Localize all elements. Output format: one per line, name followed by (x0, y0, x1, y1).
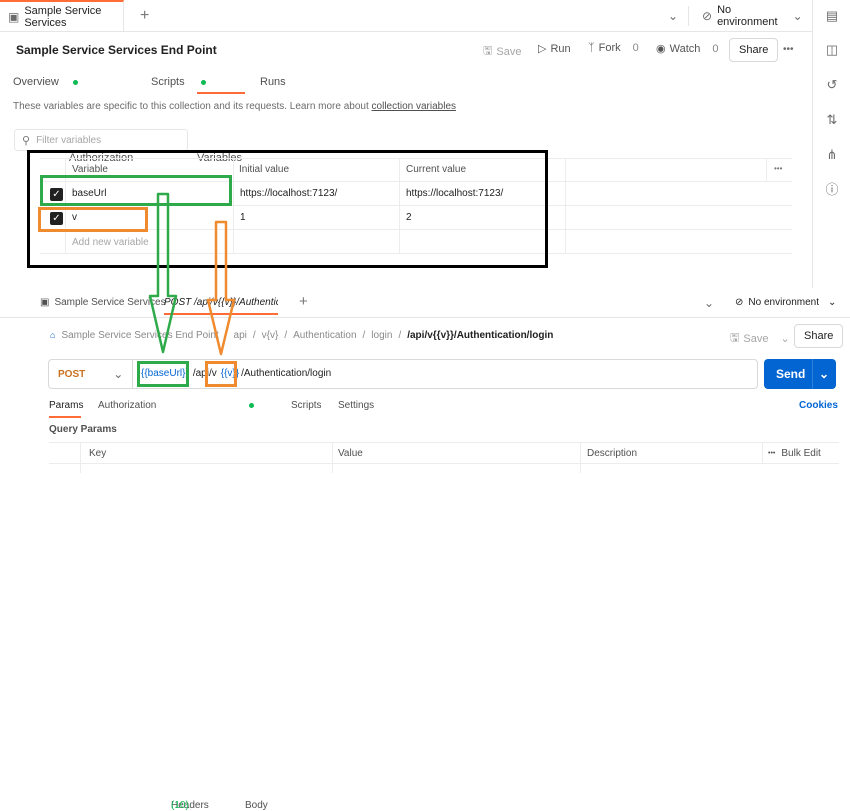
orange-arrow (206, 220, 236, 356)
annotation-arrows (148, 192, 236, 356)
green-arrow (148, 192, 178, 354)
